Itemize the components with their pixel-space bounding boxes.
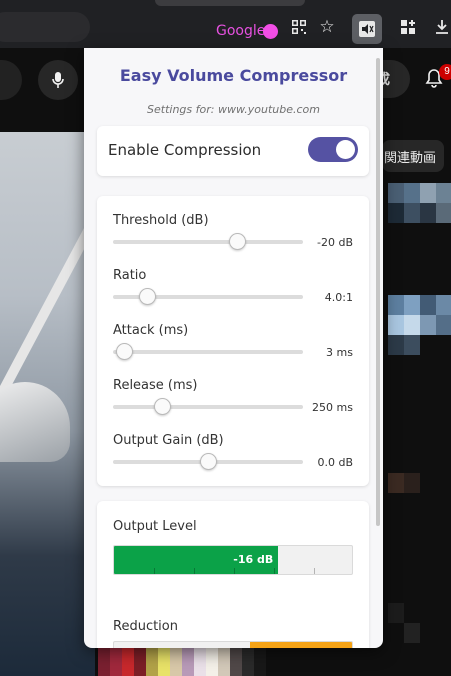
- related-videos-chip[interactable]: 関連動画: [382, 140, 444, 172]
- download-icon[interactable]: [431, 16, 451, 38]
- enable-compression-label: Enable Compression: [108, 141, 262, 159]
- popup-scrollbar[interactable]: [376, 58, 380, 526]
- meter-tick: [194, 568, 195, 574]
- release-label: Release (ms): [113, 378, 198, 393]
- video-frame-lamp: [0, 382, 70, 462]
- ratio-slider[interactable]: [113, 288, 303, 305]
- release-slider[interactable]: [113, 398, 303, 415]
- output-level-label: Output Level: [113, 519, 197, 534]
- attack-label: Attack (ms): [113, 323, 189, 338]
- meter-tick: [234, 568, 235, 574]
- meter-tick: [274, 568, 275, 574]
- output-level-meter: -16 dB: [113, 545, 353, 575]
- site-settings-label: Settings for: www.youtube.com: [147, 103, 320, 116]
- qr-code-icon[interactable]: [288, 16, 310, 38]
- microphone-icon[interactable]: [38, 60, 78, 100]
- toggle-knob[interactable]: [336, 140, 355, 159]
- meter-tick: [154, 568, 155, 574]
- output-level-value: -16 dB: [233, 553, 274, 566]
- extension-icon[interactable]: [352, 14, 382, 44]
- browser-tab[interactable]: [155, 0, 305, 6]
- browser-toolbar: Google ☆: [0, 0, 451, 48]
- meter-tick: [314, 568, 315, 574]
- release-slider-thumb[interactable]: [154, 398, 172, 415]
- reduction-label: Reduction: [113, 619, 178, 634]
- output-gain-slider[interactable]: [113, 453, 303, 470]
- thumbnail-strip: [98, 646, 282, 676]
- attack-slider[interactable]: [113, 343, 303, 360]
- threshold-label: Threshold (dB): [113, 213, 209, 228]
- volume-compressor-popup: Easy Volume Compressor Settings for: www…: [84, 48, 383, 648]
- release-value: 250 ms: [312, 401, 353, 414]
- ratio-slider-thumb[interactable]: [139, 288, 157, 305]
- threshold-slider[interactable]: [113, 233, 303, 250]
- ratio-label: Ratio: [113, 268, 147, 283]
- profile-label[interactable]: Google: [216, 23, 265, 39]
- reduction-meter: [113, 641, 353, 648]
- enable-card: Enable Compression: [97, 126, 369, 176]
- video-frame-lamp-arm: [0, 221, 97, 403]
- address-bar[interactable]: [0, 12, 90, 42]
- related-thumbnails[interactable]: [385, 183, 451, 663]
- attack-value: 3 ms: [326, 346, 353, 359]
- popup-title: Easy Volume Compressor: [119, 66, 348, 85]
- compressor-settings-card: Threshold (dB) -20 dB Ratio 4.0:1 Attack…: [97, 196, 369, 486]
- threshold-slider-thumb[interactable]: [228, 233, 246, 250]
- video-player[interactable]: [0, 132, 97, 676]
- output-gain-value: 0.0 dB: [317, 456, 353, 469]
- notification-count-badge: 9: [439, 64, 451, 80]
- attack-slider-thumb[interactable]: [116, 343, 134, 360]
- threshold-value: -20 dB: [317, 236, 353, 249]
- output-gain-slider-thumb[interactable]: [200, 453, 217, 470]
- extensions-puzzle-icon[interactable]: [397, 16, 419, 38]
- profile-avatar[interactable]: [263, 24, 278, 39]
- output-gain-label: Output Gain (dB): [113, 433, 224, 448]
- meters-card: Output Level -16 dB Reduction: [97, 501, 369, 648]
- ratio-value: 4.0:1: [324, 291, 353, 304]
- search-box[interactable]: [0, 60, 22, 100]
- reduction-bar: [249, 642, 352, 648]
- output-level-bar: -16 dB: [114, 546, 279, 574]
- bookmark-star-icon[interactable]: ☆: [316, 16, 338, 38]
- enable-compression-toggle[interactable]: [308, 137, 358, 162]
